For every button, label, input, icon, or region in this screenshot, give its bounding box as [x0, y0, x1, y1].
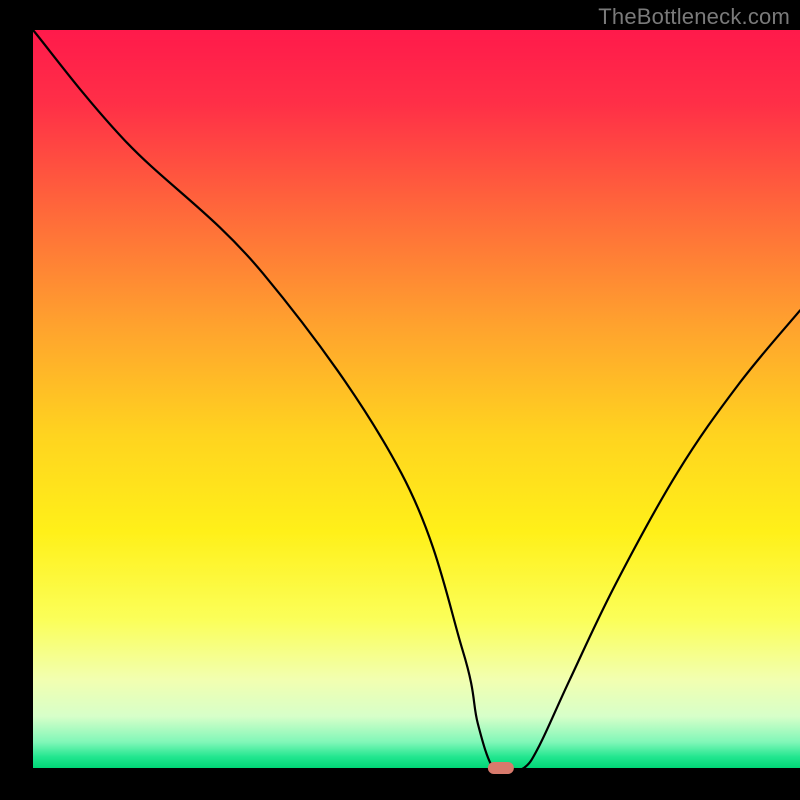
bottleneck-chart: [0, 0, 800, 800]
optimal-marker: [488, 762, 514, 774]
chart-frame: TheBottleneck.com: [0, 0, 800, 800]
watermark-text: TheBottleneck.com: [598, 4, 790, 30]
plot-background: [33, 30, 800, 768]
